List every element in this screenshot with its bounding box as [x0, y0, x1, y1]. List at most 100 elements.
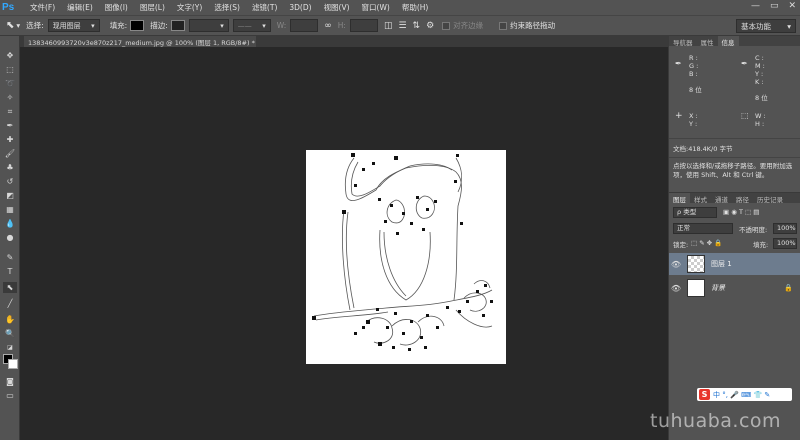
- hand-tool-icon[interactable]: ✋: [3, 314, 17, 325]
- opacity-label: 不透明度:: [739, 226, 768, 234]
- rgb-readout: R : G : B :: [689, 54, 699, 78]
- background-color-swatch[interactable]: [8, 359, 18, 369]
- history-brush-tool-icon[interactable]: ↺: [3, 176, 17, 187]
- workspace-dropdown[interactable]: 基本功能 ▾: [736, 19, 796, 33]
- menu-3d[interactable]: 3D(D): [283, 3, 317, 12]
- layer-filter-icons[interactable]: ▣ ◉ T ⬚ ▤: [723, 208, 759, 216]
- close-button[interactable]: ✕: [788, 1, 796, 11]
- xy-readout: X : Y :: [689, 112, 698, 128]
- tab-paths[interactable]: 路径: [732, 193, 753, 204]
- path-align-icon[interactable]: ☰: [398, 21, 406, 31]
- path-operations-icon[interactable]: ◫: [384, 21, 393, 31]
- default-colors-icon[interactable]: ◪: [3, 342, 17, 353]
- chevron-down-icon: ▾: [220, 21, 224, 30]
- width-label: W:: [276, 21, 287, 30]
- dodge-tool-icon[interactable]: ●: [3, 232, 17, 243]
- crop-tool-icon[interactable]: ⌗: [3, 106, 17, 117]
- window-controls: — ▭ ✕: [751, 1, 796, 11]
- fill-label: 填充:: [753, 241, 769, 249]
- link-icon[interactable]: ∞: [324, 21, 332, 31]
- height-label: H:: [337, 21, 346, 30]
- layer-row[interactable]: 👁 图层 1: [669, 253, 800, 275]
- bit-depth-right: 8 位: [755, 94, 768, 102]
- brush-tool-icon[interactable]: 🖌: [3, 148, 17, 159]
- menu-filter[interactable]: 滤镜(T): [246, 2, 283, 13]
- tool-preset-arrow-icon[interactable]: ▾: [16, 21, 20, 30]
- menu-file[interactable]: 文件(F): [24, 2, 61, 13]
- menu-image[interactable]: 图像(I): [99, 2, 134, 13]
- menu-edit[interactable]: 编辑(E): [61, 2, 99, 13]
- tab-info[interactable]: 信息: [717, 36, 739, 47]
- layer-thumbnail: [687, 279, 705, 297]
- tools-panel: ✥ ⬚ ➰ ✧ ⌗ ✒ ✚ 🖌 ♣ ↺ ◩ ▦ 💧 ● ✎ T ⬉ ╱ ✋ 🔍 …: [0, 36, 20, 440]
- tab-history[interactable]: 历史记录: [753, 193, 787, 204]
- path-arrange-icon[interactable]: ⇅: [413, 21, 421, 31]
- zoom-tool-icon[interactable]: 🔍: [3, 328, 17, 339]
- gradient-tool-icon[interactable]: ▦: [3, 204, 17, 215]
- fill-input[interactable]: 100%: [773, 238, 797, 249]
- lasso-tool-icon[interactable]: ➰: [3, 78, 17, 89]
- eyedropper-tool-icon[interactable]: ✒: [3, 120, 17, 131]
- tab-navigator[interactable]: 导航器: [669, 36, 697, 47]
- marquee-tool-icon[interactable]: ⬚: [3, 64, 17, 75]
- menu-help[interactable]: 帮助(H): [396, 2, 435, 13]
- eraser-tool-icon[interactable]: ◩: [3, 190, 17, 201]
- stroke-swatch[interactable]: [170, 20, 185, 31]
- opacity-input[interactable]: 100%: [773, 223, 797, 234]
- ime-status-icons[interactable]: 中 °, 🎤 ⌨ 👕 ✎: [713, 390, 770, 400]
- tab-channels[interactable]: 通道: [711, 193, 732, 204]
- tab-properties[interactable]: 属性: [697, 36, 718, 47]
- menu-window[interactable]: 窗口(W): [356, 2, 396, 13]
- layer-name: 图层 1: [711, 260, 732, 268]
- document-tab[interactable]: 1383460993720v3e870z217_medium.jpg @ 100…: [24, 36, 256, 47]
- watermark-text: tuhuaba.com: [650, 410, 782, 432]
- minimize-button[interactable]: —: [751, 1, 760, 11]
- align-edges-checkbox[interactable]: [442, 21, 451, 30]
- tab-styles[interactable]: 样式: [690, 193, 711, 204]
- fill-swatch[interactable]: [130, 20, 145, 31]
- photoshop-logo: Ps: [2, 1, 15, 13]
- visibility-eye-icon[interactable]: 👁: [669, 260, 683, 269]
- path-selection-tool-icon[interactable]: ⬉: [3, 282, 17, 293]
- stroke-label: 描边:: [150, 21, 168, 30]
- ime-toolbar[interactable]: S 中 °, 🎤 ⌨ 👕 ✎: [697, 388, 792, 401]
- lock-options-icons[interactable]: ⬚ ✎ ✥ 🔒: [691, 239, 722, 247]
- tab-layers[interactable]: 图层: [669, 193, 690, 204]
- maximize-button[interactable]: ▭: [770, 1, 779, 11]
- menu-layer[interactable]: 图层(L): [134, 2, 171, 13]
- layer-row[interactable]: 👁 背景 🔒: [669, 277, 800, 299]
- stroke-width-input[interactable]: ▾: [188, 19, 229, 32]
- quick-select-tool-icon[interactable]: ✧: [3, 92, 17, 103]
- type-tool-icon[interactable]: T: [3, 266, 17, 277]
- constrain-path-checkbox[interactable]: [499, 21, 508, 30]
- blend-mode-dropdown[interactable]: 正常: [673, 223, 733, 234]
- healing-brush-tool-icon[interactable]: ✚: [3, 134, 17, 145]
- document-canvas[interactable]: [306, 150, 506, 364]
- screen-mode-icon[interactable]: ▭: [3, 390, 17, 401]
- path-select-tool-icon[interactable]: ⬉: [6, 20, 14, 31]
- shape-tool-icon[interactable]: ╱: [3, 298, 17, 309]
- pen-tool-icon[interactable]: ✎: [3, 252, 17, 263]
- menu-view[interactable]: 视图(V): [318, 2, 356, 13]
- layer-filter-dropdown[interactable]: ρ 类型: [673, 207, 717, 218]
- chevron-down-icon: ▾: [787, 21, 791, 31]
- height-input[interactable]: [349, 19, 378, 32]
- settings-gear-icon[interactable]: ⚙: [426, 21, 434, 31]
- eyedropper-icon: ✒: [741, 59, 748, 68]
- document-tab-bar: 1383460993720v3e870z217_medium.jpg @ 100…: [20, 36, 668, 47]
- owl-path-drawing[interactable]: [306, 150, 506, 364]
- select-dropdown[interactable]: 现用图层 ▾: [47, 19, 100, 32]
- quick-mask-icon[interactable]: ◙: [3, 376, 17, 387]
- eyedropper-icon: ✒: [675, 59, 682, 68]
- width-input[interactable]: [290, 19, 319, 32]
- visibility-eye-icon[interactable]: 👁: [669, 284, 683, 293]
- stroke-type-dropdown[interactable]: —— ▾: [232, 19, 271, 32]
- layers-panel-tabs: 图层 样式 通道 路径 历史记录: [669, 193, 800, 204]
- crosshair-icon: +: [675, 111, 683, 121]
- move-tool-icon[interactable]: ✥: [3, 50, 17, 61]
- menu-select[interactable]: 选择(S): [208, 2, 246, 13]
- divider: [669, 157, 800, 158]
- clone-stamp-tool-icon[interactable]: ♣: [3, 162, 17, 173]
- blur-tool-icon[interactable]: 💧: [3, 218, 17, 229]
- menu-type[interactable]: 文字(Y): [171, 2, 208, 13]
